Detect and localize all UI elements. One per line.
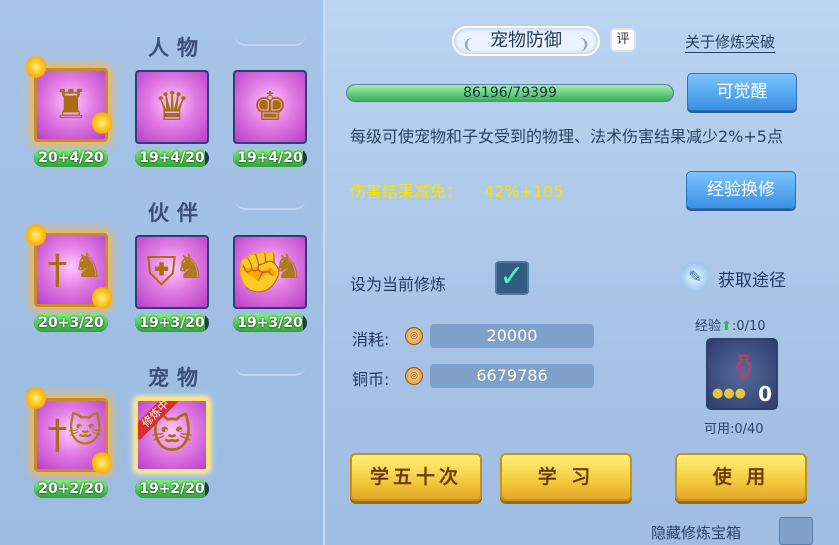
slot-level-bar: 19+4/20 [233,149,307,167]
golden-warrior-icon: ♜ [53,82,89,128]
cost-value: 20000 [430,324,594,348]
slot-level-bar: 19+2/20 [135,480,209,498]
slot-level-bar: 19+4/20 [135,149,209,167]
cultivation-categories: 人物 ♜ 20+4/20 ♛ 19+4/20 ♚ 19+4/20 伙伴 † ♞ [0,0,325,545]
get-path-label: 获取途径 [718,271,786,291]
cultivation-panel: 人物 ♜ 20+4/20 ♛ 19+4/20 ♚ 19+4/20 伙伴 † ♞ [0,0,839,545]
copper-coin-icon: ◎ [405,367,423,385]
reduction-label: 伤害结果减免： [350,182,463,201]
reduction-value: 42%+105 [484,182,564,201]
vase-icon: ⚱ [728,346,760,390]
slot-level-bar: 20+4/20 [34,149,108,167]
skill-description: 每级可使宠物和子女受到的物理、法术伤害结果减少2%+5点 [350,127,783,146]
slot-level-bar: 19+3/20 [233,314,307,332]
hidden-chest-label: 隐藏修炼宝箱 [651,524,742,542]
slot-level-bar: 19+3/20 [135,314,209,332]
use-button[interactable]: 使 用 [675,453,807,501]
skill-slot-partner-2[interactable]: ⛨ ♞ [135,235,209,309]
golden-armor-icon: ♛ [154,84,190,130]
flame-effect [92,450,112,476]
flame-effect [26,385,46,411]
book-icon: ✎ [680,262,710,292]
skill-title-tab: ❨ 宠物防御 ❩ [452,26,600,56]
skill-slot-partner-3[interactable]: ✊ ♞ [233,235,307,309]
flame-effect [26,222,46,248]
tab-ornament-right-icon: ❩ [578,37,590,53]
about-breakthrough-link[interactable]: 关于修炼突破 [685,31,776,53]
learn-button[interactable]: 学 习 [500,453,632,501]
shield-lion-icon: ⛨ [146,249,177,295]
gold-coins-icon: ●●● [712,386,747,401]
tab-ornament-left-icon: ❨ [462,37,474,53]
skill-title: 宠物防御 [490,30,562,51]
golden-guardian-icon: ♚ [252,84,288,130]
item-count: 0 [758,382,772,406]
skill-slot-character-3[interactable]: ♚ [233,70,307,144]
coins-label: 铜币: [352,370,390,389]
flame-effect [26,54,46,80]
hidden-chest-checkbox[interactable] [779,517,813,545]
cultivation-detail: ❨ 宠物防御 ❩ 评 关于修炼突破 86196/79399 可觉醒 每级可使宠物… [330,0,839,545]
sword-cat-icon: † [47,412,68,458]
exp-counter: 经验⬆:0/10 [695,319,766,334]
coins-value: 6679786 [430,364,594,388]
section-title-character: 人物 [148,36,206,60]
available-count: 可用:0/40 [704,422,764,437]
skill-slot-character-2[interactable]: ♛ [135,70,209,144]
rate-badge[interactable]: 评 [610,28,636,52]
section-title-pet: 宠物 [148,366,206,390]
up-arrow-icon: ⬆ [721,319,732,334]
exp-exchange-button[interactable]: 经验换修 [686,171,796,209]
flame-effect [92,285,112,311]
set-current-checkbox[interactable]: ✓ [495,261,529,295]
slot-level-bar: 20+3/20 [34,314,108,332]
section-title-partner: 伙伴 [148,201,206,225]
slot-level-bar: 20+2/20 [34,480,108,498]
awaken-button[interactable]: 可觉醒 [687,73,797,111]
learn-fifty-button[interactable]: 学五十次 [350,453,482,501]
decorative-swirl [235,36,305,46]
decorative-swirl [235,366,305,376]
experience-progress-bar: 86196/79399 [346,84,674,102]
flame-effect [92,110,112,136]
set-current-label: 设为当前修炼 [350,275,447,294]
decorative-swirl [235,200,305,210]
damage-reduction: 伤害结果减免： 42%+105 [350,178,564,202]
cultivation-item-slot[interactable]: ⚱ ●●● 0 [706,338,778,410]
skill-slot-pet-2-selected[interactable]: 🐱 修炼中 [135,398,209,472]
cost-label: 消耗: [352,330,390,349]
copper-coin-icon: ◎ [405,327,423,345]
sword-lion-icon: † [47,247,68,293]
